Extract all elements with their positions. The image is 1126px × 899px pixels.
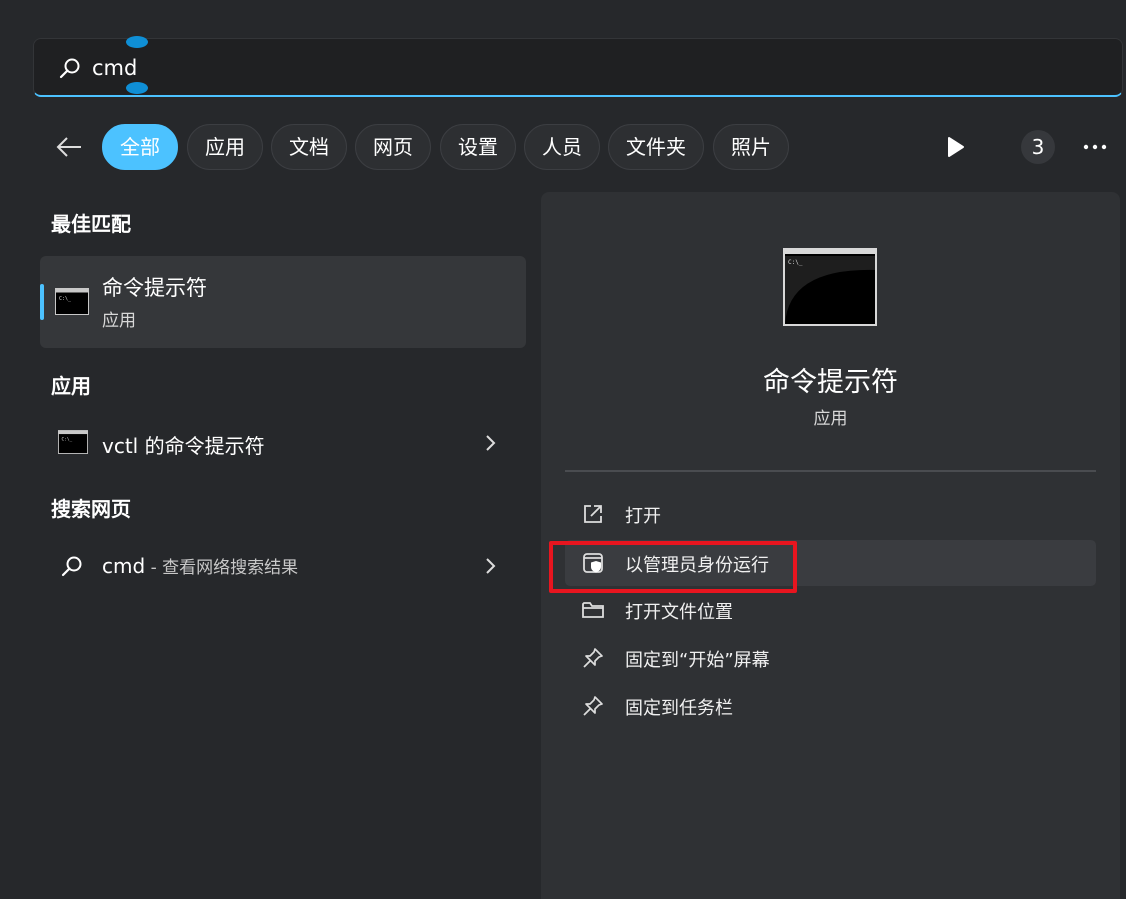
filter-settings[interactable]: 设置 xyxy=(440,124,516,170)
detail-app-type: 应用 xyxy=(813,409,848,429)
pin-icon xyxy=(583,696,603,716)
action-open-file-location[interactable]: 打开文件位置 xyxy=(565,587,1096,633)
action-pin-to-taskbar-label: 固定到任务栏 xyxy=(625,698,733,719)
command-prompt-large-icon: C:\_ xyxy=(783,248,877,326)
action-open[interactable]: 打开 xyxy=(565,491,1096,537)
annotation-highlight-box xyxy=(549,541,797,593)
web-result-label: cmd - 查看网络搜索结果 xyxy=(102,553,298,578)
open-external-icon xyxy=(584,505,602,523)
selection-indicator xyxy=(40,284,44,320)
search-input[interactable] xyxy=(92,53,992,83)
app-result-label: vctl 的命令提示符 xyxy=(102,434,265,458)
filter-web[interactable]: 网页 xyxy=(355,124,431,170)
chevron-right-icon[interactable] xyxy=(480,432,500,454)
action-pin-to-taskbar[interactable]: 固定到任务栏 xyxy=(565,683,1096,729)
svg-text:C:\_: C:\_ xyxy=(59,296,72,302)
section-title-apps: 应用 xyxy=(51,374,91,398)
filter-photos[interactable]: 照片 xyxy=(713,124,789,170)
folder-icon xyxy=(582,602,604,618)
best-match-result[interactable]: C:\_ 命令提示符 应用 xyxy=(40,256,526,348)
best-match-name: 命令提示符 xyxy=(102,276,207,300)
filter-folders[interactable]: 文件夹 xyxy=(608,124,704,170)
section-title-web: 搜索网页 xyxy=(51,497,131,521)
detail-app-name: 命令提示符 xyxy=(763,367,898,398)
chevron-right-icon[interactable] xyxy=(480,555,500,577)
pin-icon xyxy=(583,648,603,668)
web-result-query: cmd xyxy=(102,554,146,578)
filter-all[interactable]: 全部 xyxy=(102,124,178,170)
command-prompt-icon: C:\_ xyxy=(58,430,88,454)
selection-handle-bottom[interactable] xyxy=(126,82,148,94)
app-result-vctl[interactable]: C:\_ vctl 的命令提示符 xyxy=(40,418,526,468)
action-pin-to-start[interactable]: 固定到“开始”屏幕 xyxy=(565,635,1096,681)
divider xyxy=(565,470,1096,472)
action-open-label: 打开 xyxy=(625,506,661,527)
svg-text:C:\_: C:\_ xyxy=(788,259,803,266)
section-title-best-match: 最佳匹配 xyxy=(51,212,131,236)
best-match-type: 应用 xyxy=(102,311,136,331)
web-result-suffix: - 查看网络搜索结果 xyxy=(145,558,299,578)
action-pin-to-start-label: 固定到“开始”屏幕 xyxy=(625,650,770,671)
search-bar[interactable] xyxy=(33,36,1123,97)
web-result-cmd[interactable]: cmd - 查看网络搜索结果 xyxy=(40,541,526,591)
more-options-icon[interactable] xyxy=(1080,134,1110,160)
svg-text:C:\_: C:\_ xyxy=(62,437,73,443)
search-icon xyxy=(59,58,80,79)
filter-people[interactable]: 人员 xyxy=(524,124,600,170)
search-icon xyxy=(61,556,82,577)
action-open-file-location-label: 打开文件位置 xyxy=(625,602,733,623)
command-prompt-icon: C:\_ xyxy=(55,288,89,315)
back-arrow-icon[interactable] xyxy=(54,132,84,162)
filter-documents[interactable]: 文档 xyxy=(271,124,347,170)
play-icon[interactable] xyxy=(942,134,968,160)
filter-count-badge[interactable]: 3 xyxy=(1021,130,1055,164)
selection-handle-top[interactable] xyxy=(126,36,148,48)
filter-apps[interactable]: 应用 xyxy=(187,124,263,170)
